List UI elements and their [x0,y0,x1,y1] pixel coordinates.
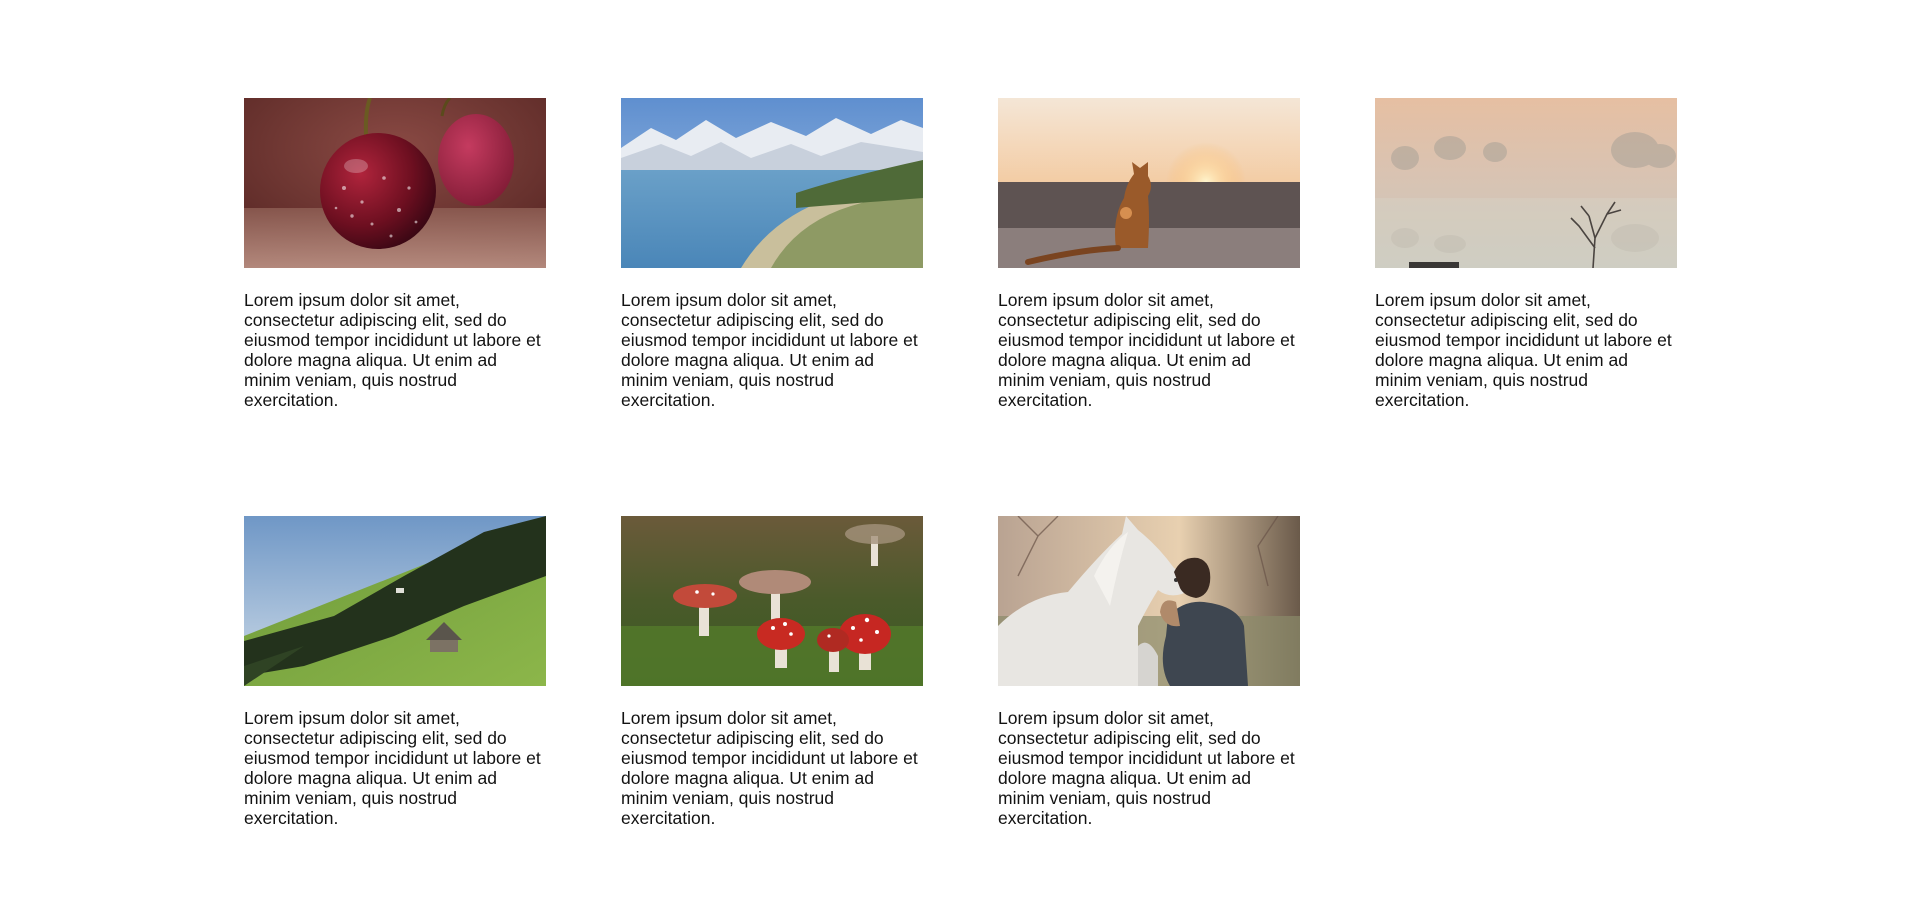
card-description: Lorem ipsum dolor sit amet, consectetur … [621,707,918,828]
gallery-card: Lorem ipsum dolor sit amet, consectetur … [998,515,1300,846]
man-and-horse-photo [998,515,1300,686]
hillside-hut-photo [244,515,546,686]
card-description: Lorem ipsum dolor sit amet, consectetur … [244,707,541,828]
mountain-lake-photo [621,98,923,268]
gallery-card: Lorem ipsum dolor sit amet, consectetur … [998,98,1300,428]
card-description: Lorem ipsum dolor sit amet, consectetur … [244,290,541,410]
card-description: Lorem ipsum dolor sit amet, consectetur … [998,707,1295,828]
gallery-card: Lorem ipsum dolor sit amet, consectetur … [1375,98,1677,428]
gallery-card: Lorem ipsum dolor sit amet, consectetur … [244,515,546,846]
foggy-trees-photo [1375,98,1677,268]
cherries-photo [244,98,546,268]
image-gallery: Lorem ipsum dolor sit amet, consectetur … [244,98,1677,846]
gallery-card: Lorem ipsum dolor sit amet, consectetur … [244,98,546,428]
gallery-card: Lorem ipsum dolor sit amet, consectetur … [621,515,923,846]
card-description: Lorem ipsum dolor sit amet, consectetur … [998,290,1295,410]
card-description: Lorem ipsum dolor sit amet, consectetur … [621,290,918,410]
cat-sunset-photo [998,98,1300,268]
card-description: Lorem ipsum dolor sit amet, consectetur … [1375,290,1672,410]
gallery-card: Lorem ipsum dolor sit amet, consectetur … [621,98,923,428]
mushrooms-photo [621,515,923,686]
